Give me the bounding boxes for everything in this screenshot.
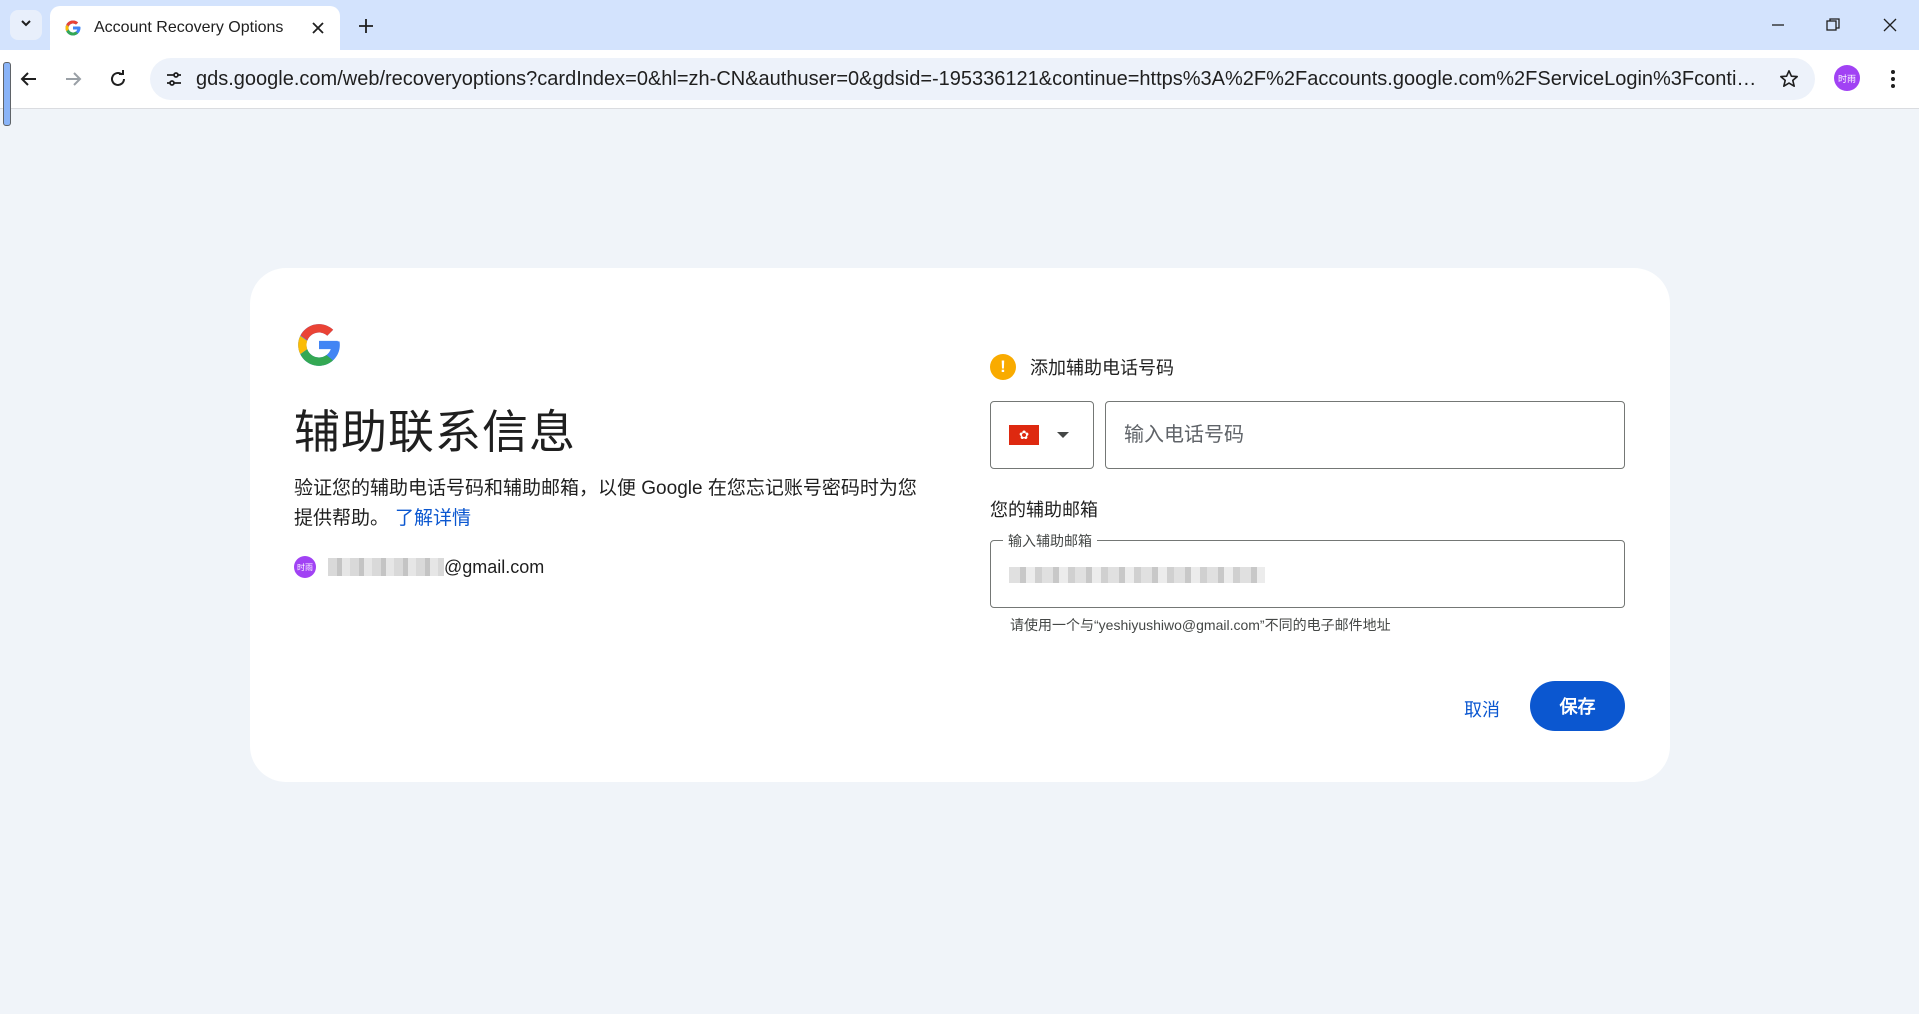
phone-warning: ! 添加辅助电话号码 bbox=[990, 354, 1174, 380]
redacted-email-value bbox=[1009, 567, 1265, 583]
forward-icon[interactable] bbox=[58, 64, 88, 94]
caret-down-icon bbox=[1057, 432, 1069, 438]
account-avatar: 时雨 bbox=[294, 556, 316, 578]
recovery-form: ! 添加辅助电话号码 ✿ 您的辅助邮箱 输入辅助邮箱 请使用一个与“yeshiy… bbox=[990, 268, 1630, 782]
phone-warning-text: 添加辅助电话号码 bbox=[1030, 358, 1174, 378]
country-code-select[interactable]: ✿ bbox=[990, 401, 1094, 469]
account-chip: 时雨 @gmail.com bbox=[294, 556, 544, 578]
browser-toolbar: gds.google.com/web/recoveryoptions?cardI… bbox=[0, 50, 1919, 109]
plus-icon[interactable] bbox=[352, 12, 380, 40]
hong-kong-flag-icon: ✿ bbox=[1009, 425, 1039, 445]
page-title: 辅助联系信息 bbox=[294, 406, 576, 458]
tab-search-button[interactable] bbox=[10, 10, 42, 40]
recovery-email-field[interactable]: 输入辅助邮箱 bbox=[990, 531, 1625, 608]
scroll-indicator bbox=[3, 62, 11, 126]
redacted-username bbox=[328, 558, 444, 576]
google-favicon-icon bbox=[64, 19, 82, 37]
star-icon[interactable] bbox=[1777, 67, 1801, 91]
phone-input[interactable] bbox=[1105, 401, 1625, 469]
reload-icon[interactable] bbox=[103, 64, 133, 94]
back-icon[interactable] bbox=[14, 64, 44, 94]
description-body: 验证您的辅助电话号码和辅助邮箱，以便 Google 在您忘记账号密码时为您提供帮… bbox=[294, 478, 917, 529]
active-tab[interactable]: Account Recovery Options bbox=[50, 6, 340, 50]
close-icon[interactable] bbox=[306, 16, 330, 40]
chevron-down-icon bbox=[19, 16, 33, 35]
save-button[interactable]: 保存 bbox=[1530, 681, 1625, 731]
account-email-domain: @gmail.com bbox=[444, 556, 545, 577]
close-window-icon[interactable] bbox=[1870, 10, 1910, 40]
email-helper-text: 请使用一个与“yeshiyushiwo@gmail.com”不同的电子邮件地址 bbox=[1010, 617, 1391, 633]
email-field-label: 输入辅助邮箱 bbox=[1003, 531, 1097, 551]
tab-strip: Account Recovery Options bbox=[0, 0, 1919, 50]
warning-icon: ! bbox=[990, 354, 1016, 380]
google-logo-icon bbox=[294, 320, 344, 370]
recovery-card: 辅助联系信息 验证您的辅助电话号码和辅助邮箱，以便 Google 在您忘记账号密… bbox=[250, 268, 1670, 782]
minimize-icon[interactable] bbox=[1758, 10, 1798, 40]
description-text: 验证您的辅助电话号码和辅助邮箱，以便 Google 在您忘记账号密码时为您提供帮… bbox=[294, 474, 934, 534]
cancel-button[interactable]: 取消 bbox=[1442, 684, 1522, 734]
restore-icon[interactable] bbox=[1813, 10, 1853, 40]
tab-title: Account Recovery Options bbox=[94, 19, 284, 36]
email-section-label: 您的辅助邮箱 bbox=[990, 500, 1098, 520]
address-bar[interactable]: gds.google.com/web/recoveryoptions?cardI… bbox=[150, 58, 1815, 100]
profile-avatar[interactable]: 时雨 bbox=[1834, 65, 1860, 91]
more-vert-icon[interactable] bbox=[1878, 64, 1908, 94]
site-info-icon[interactable] bbox=[160, 65, 188, 93]
learn-more-link[interactable]: 了解详情 bbox=[395, 508, 471, 529]
url-text[interactable]: gds.google.com/web/recoveryoptions?cardI… bbox=[196, 68, 1766, 91]
